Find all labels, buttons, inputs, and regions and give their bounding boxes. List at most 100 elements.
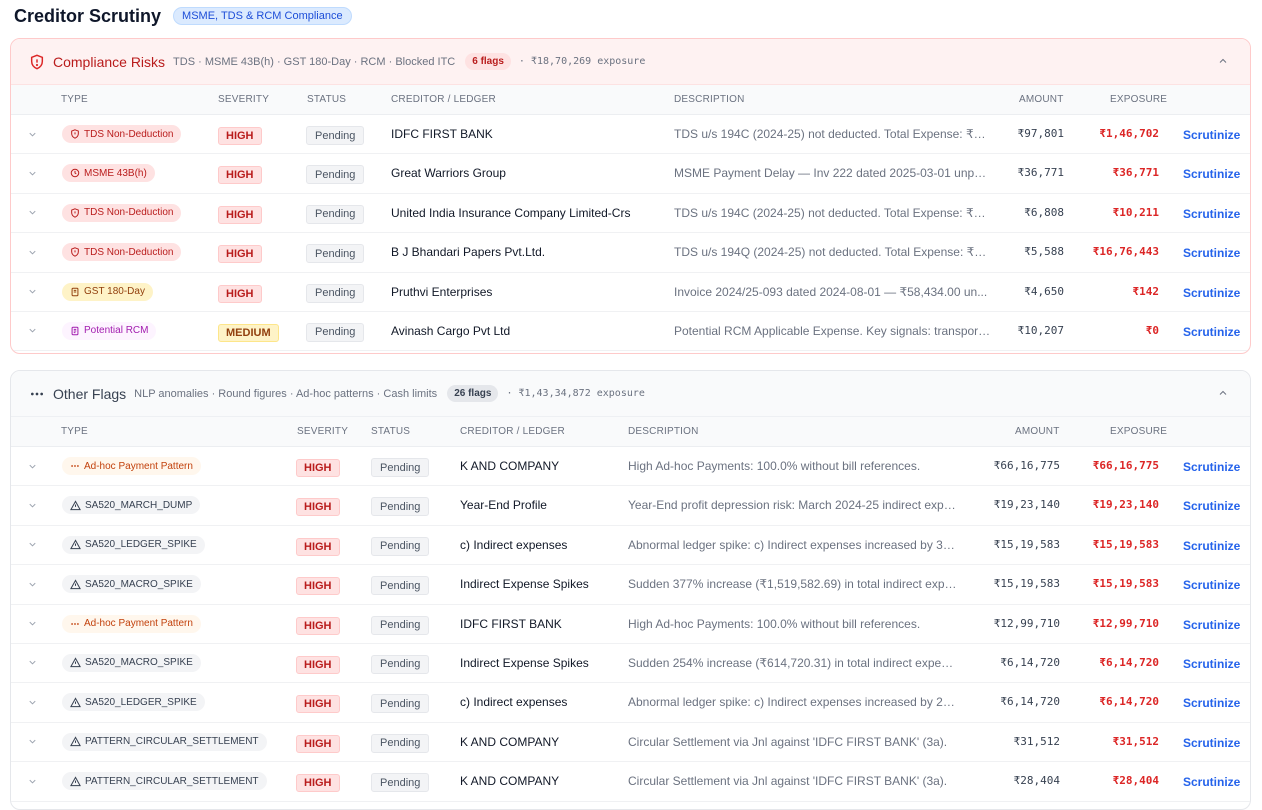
chevron-down-icon[interactable] bbox=[25, 127, 39, 141]
shield-alert-icon bbox=[70, 208, 80, 218]
severity-badge: HIGH bbox=[296, 537, 340, 556]
col-type[interactable]: TYPE bbox=[61, 426, 88, 437]
status-badge[interactable]: Pending bbox=[306, 244, 365, 264]
type-badge: GST 180-Day bbox=[62, 282, 153, 301]
status-badge[interactable]: Pending bbox=[306, 204, 365, 224]
table-row[interactable]: Ad-hoc Payment Pattern HIGH Pending K AND C… bbox=[11, 447, 1250, 487]
status-badge[interactable]: Pending bbox=[306, 283, 365, 303]
creditor-name: K AND COMPANY bbox=[460, 774, 560, 789]
page-title: Creditor Scrutiny bbox=[14, 5, 162, 26]
status-badge[interactable]: Pending bbox=[371, 694, 430, 714]
status-badge[interactable]: Pending bbox=[306, 126, 365, 145]
severity-badge: MEDIUM bbox=[218, 323, 279, 342]
scrutinize-button[interactable]: Scrutinize bbox=[1183, 167, 1240, 181]
col-creditor[interactable]: CREDITOR / LEDGER bbox=[460, 426, 565, 437]
scrutinize-button[interactable]: Scrutinize bbox=[1183, 775, 1240, 789]
scrutinize-button[interactable]: Scrutinize bbox=[1183, 207, 1240, 221]
status-badge[interactable]: Pending bbox=[371, 773, 430, 793]
col-description[interactable]: DESCRIPTION bbox=[674, 94, 745, 105]
col-description[interactable]: DESCRIPTION bbox=[628, 426, 699, 437]
table-row[interactable]: MSME 43B(h) HIGH Pending Great Warriors Gro… bbox=[11, 154, 1250, 194]
col-type[interactable]: TYPE bbox=[61, 94, 88, 105]
col-status[interactable]: STATUS bbox=[371, 426, 410, 437]
other-flags-header[interactable]: Other Flags NLP anomalies · Round figure… bbox=[11, 371, 1250, 417]
col-amount[interactable]: AMOUNT bbox=[1015, 426, 1060, 437]
scrutinize-button[interactable]: Scrutinize bbox=[1183, 246, 1240, 260]
status-badge[interactable]: Pending bbox=[371, 615, 430, 635]
chevron-down-icon[interactable] bbox=[25, 538, 39, 552]
amount-value: ₹19,23,140 bbox=[993, 498, 1060, 512]
scrutinize-button[interactable]: Scrutinize bbox=[1183, 325, 1240, 339]
table-row[interactable]: TDS Non-Deduction HIGH Pending United India… bbox=[11, 194, 1250, 234]
severity-badge: HIGH bbox=[296, 734, 340, 753]
chevron-down-icon[interactable] bbox=[25, 166, 39, 180]
col-severity[interactable]: SEVERITY bbox=[297, 426, 348, 437]
scrutinize-button[interactable]: Scrutinize bbox=[1183, 736, 1240, 750]
status-badge[interactable]: Pending bbox=[306, 322, 365, 342]
chevron-down-icon[interactable] bbox=[25, 735, 39, 749]
scrutinize-button[interactable]: Scrutinize bbox=[1183, 499, 1240, 513]
table-row[interactable]: SA520_MACRO_SPIKE HIGH Pending Indirect Exp… bbox=[11, 565, 1250, 605]
compliance-risks-header[interactable]: Compliance Risks TDS · MSME 43B(h) · GST… bbox=[11, 39, 1250, 85]
other-rows: Ad-hoc Payment Pattern HIGH Pending K AND C… bbox=[11, 447, 1250, 802]
chevron-down-icon[interactable] bbox=[25, 498, 39, 512]
chevron-down-icon[interactable] bbox=[25, 577, 39, 591]
scrutinize-button[interactable]: Scrutinize bbox=[1183, 286, 1240, 300]
chevron-down-icon[interactable] bbox=[25, 324, 39, 338]
chevron-down-icon[interactable] bbox=[25, 206, 39, 220]
status-badge[interactable]: Pending bbox=[306, 165, 365, 185]
col-amount[interactable]: AMOUNT bbox=[1019, 94, 1064, 105]
status-badge[interactable]: Pending bbox=[371, 733, 430, 753]
chevron-up-icon[interactable] bbox=[1216, 54, 1230, 68]
table-row[interactable]: GST 180-Day HIGH Pending Pruthvi Enterprise… bbox=[11, 273, 1250, 312]
scrutinize-button[interactable]: Scrutinize bbox=[1183, 539, 1240, 553]
scrutinize-button[interactable]: Scrutinize bbox=[1183, 460, 1240, 474]
table-row[interactable]: SA520_MARCH_DUMP HIGH Pending Year-End Prof… bbox=[11, 486, 1250, 526]
severity-badge: HIGH bbox=[296, 498, 340, 517]
chevron-down-icon[interactable] bbox=[25, 695, 39, 709]
exposure-value: ₹66,16,775 bbox=[1092, 459, 1159, 472]
type-badge: Potential RCM bbox=[62, 321, 157, 340]
chevron-down-icon[interactable] bbox=[25, 656, 39, 670]
chevron-down-icon[interactable] bbox=[25, 459, 39, 473]
exposure-value: ₹36,771 bbox=[1112, 166, 1159, 180]
col-exposure[interactable]: EXPOSURE bbox=[1110, 426, 1167, 437]
col-creditor[interactable]: CREDITOR / LEDGER bbox=[391, 94, 496, 105]
status-badge[interactable]: Pending bbox=[371, 576, 430, 596]
amount-value: ₹12,99,710 bbox=[993, 616, 1060, 630]
scrutinize-button[interactable]: Scrutinize bbox=[1183, 696, 1240, 710]
status-badge[interactable]: Pending bbox=[371, 497, 430, 517]
table-row[interactable]: TDS Non-Deduction HIGH Pending B J Bhandari… bbox=[11, 233, 1250, 273]
creditor-name: IDFC FIRST BANK bbox=[391, 127, 493, 141]
status-badge[interactable]: Pending bbox=[371, 458, 430, 477]
scrutinize-button[interactable]: Scrutinize bbox=[1183, 128, 1240, 142]
severity-badge: HIGH bbox=[296, 695, 340, 714]
chevron-down-icon[interactable] bbox=[25, 285, 39, 299]
description-text: Year-End profit depression risk: March 2… bbox=[628, 498, 958, 513]
col-status[interactable]: STATUS bbox=[307, 94, 346, 105]
table-row[interactable]: TDS Non-Deduction HIGH Pending IDFC FIRST B… bbox=[11, 115, 1250, 155]
chevron-down-icon[interactable] bbox=[25, 245, 39, 259]
severity-badge: HIGH bbox=[218, 245, 262, 264]
chevron-down-icon[interactable] bbox=[25, 774, 39, 788]
table-row[interactable]: PATTERN_CIRCULAR_SETTLEMENT HIGH Pending K … bbox=[11, 723, 1250, 763]
type-badge: SA520_MACRO_SPIKE bbox=[62, 653, 201, 672]
table-row[interactable]: Potential RCM MEDIUM Pending Avinash Cargo … bbox=[11, 312, 1250, 352]
table-row[interactable]: Ad-hoc Payment Pattern HIGH Pending IDFC FI… bbox=[11, 605, 1250, 644]
scrutinize-button[interactable]: Scrutinize bbox=[1183, 657, 1240, 671]
creditor-name: c) Indirect expenses bbox=[460, 537, 568, 552]
col-severity[interactable]: SEVERITY bbox=[218, 94, 269, 105]
status-badge[interactable]: Pending bbox=[371, 536, 430, 556]
chevron-down-icon[interactable] bbox=[25, 617, 39, 631]
amount-value: ₹5,588 bbox=[1024, 245, 1064, 259]
table-row[interactable]: SA520_LEDGER_SPIKE HIGH Pending c) Indirect… bbox=[11, 526, 1250, 566]
description-text: Abnormal ledger spike: c) Indirect expen… bbox=[628, 695, 958, 710]
chevron-up-icon[interactable] bbox=[1216, 386, 1230, 400]
scrutinize-button[interactable]: Scrutinize bbox=[1183, 618, 1240, 632]
scrutinize-button[interactable]: Scrutinize bbox=[1183, 578, 1240, 592]
type-label: GST 180-Day bbox=[84, 286, 145, 298]
table-row[interactable]: SA520_LEDGER_SPIKE HIGH Pending c) Indirect… bbox=[11, 683, 1250, 723]
col-exposure[interactable]: EXPOSURE bbox=[1110, 94, 1167, 105]
table-row[interactable]: SA520_MACRO_SPIKE HIGH Pending Indirect Exp… bbox=[11, 644, 1250, 684]
status-badge[interactable]: Pending bbox=[371, 654, 430, 674]
